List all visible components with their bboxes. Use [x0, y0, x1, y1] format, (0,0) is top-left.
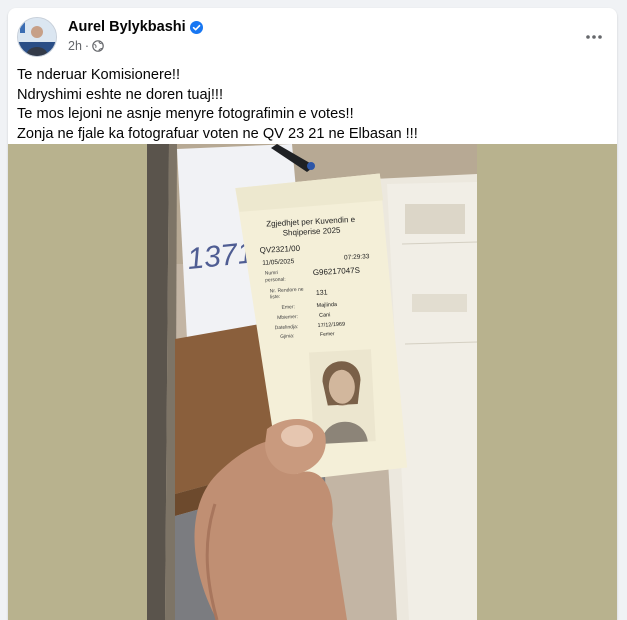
post-line: Ndryshimi eshte ne doren tuaj!!!: [17, 86, 224, 103]
name-value: Majlinda: [316, 302, 338, 309]
post-meta: 2h ·: [68, 39, 104, 53]
post-timestamp[interactable]: 2h: [68, 39, 82, 53]
post-line: Te nderuar Komisionere!!: [17, 67, 181, 83]
meta-separator: ·: [84, 39, 90, 53]
list-value: 131: [316, 289, 328, 297]
globe-icon[interactable]: [92, 40, 104, 52]
personal-label-2: personal:: [265, 277, 286, 284]
post-message: Te nderuar Komisionere!! Ndryshimi eshte…: [17, 66, 605, 144]
name-label: Emer:: [281, 304, 295, 311]
dob-label: Datelindja:: [275, 324, 299, 331]
post-card: Aurel Bylykbashi 2h · Te nderuar Komisio…: [8, 8, 617, 620]
author-avatar[interactable]: [17, 17, 57, 57]
gender-value: Femer: [320, 331, 335, 338]
more-dots-icon: [586, 35, 602, 39]
post-photo[interactable]: 1371 Zgjedhjet per Kuvendin e Shqiperise…: [147, 144, 477, 620]
post-header: Aurel Bylykbashi 2h ·: [17, 17, 608, 57]
post-line: Zonja ne fjale ka fotografuar voten ne Q…: [17, 125, 418, 142]
author-name[interactable]: Aurel Bylykbashi: [68, 19, 186, 35]
personal-label-1: Numri: [265, 270, 279, 277]
list-label-2: liste:: [270, 294, 281, 301]
gender-label: Gjinia:: [280, 333, 294, 340]
author-name-row: Aurel Bylykbashi: [68, 19, 203, 35]
more-options-button[interactable]: [580, 23, 608, 51]
surname-value: Cani: [319, 312, 331, 319]
post-media[interactable]: 1371 Zgjedhjet per Kuvendin e Shqiperise…: [8, 144, 617, 620]
post-line: Te mos lejoni ne asnje menyre fotografim…: [17, 106, 354, 122]
surname-label: Mbiemer:: [277, 314, 298, 321]
ballot-time: 07:29:33: [344, 253, 370, 261]
verified-badge-icon: [189, 20, 203, 34]
